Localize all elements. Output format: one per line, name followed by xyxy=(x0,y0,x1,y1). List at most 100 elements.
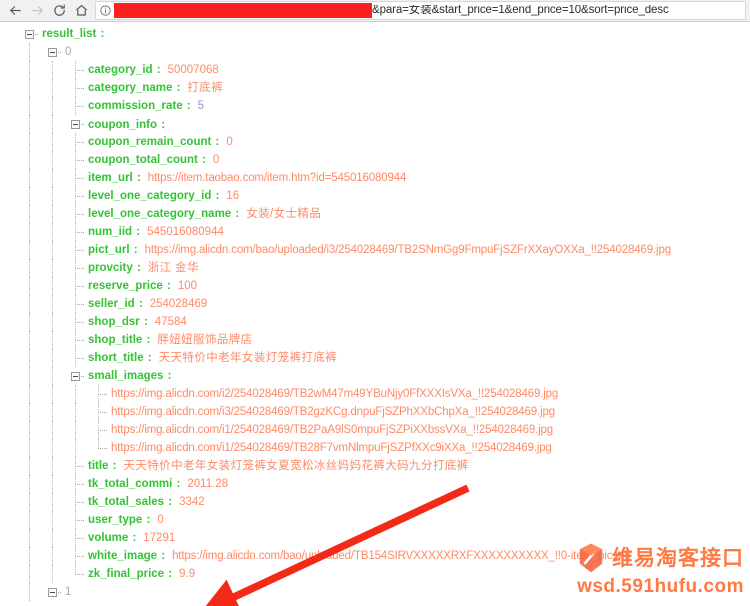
tree-guide-line xyxy=(52,493,53,511)
info-circle-icon[interactable] xyxy=(99,4,112,17)
json-value: 3342 xyxy=(179,496,205,508)
tree-row[interactable]: result_list : xyxy=(0,25,750,43)
tree-array-item[interactable]: https://img.alicdn.com/i3/254028469/TB2g… xyxy=(0,403,750,421)
tree-row[interactable]: small_images : xyxy=(0,367,750,385)
json-key: result_list xyxy=(42,28,97,40)
tree-guide-line xyxy=(75,88,76,97)
json-key: pict_url xyxy=(88,244,130,256)
json-value[interactable]: https://item.taobao.com/item.htm?id=5450… xyxy=(141,172,407,184)
home-button[interactable] xyxy=(70,1,92,21)
tree-row[interactable]: volume :17291 xyxy=(0,529,750,547)
tree-row[interactable]: category_name : 打底裤 xyxy=(0,79,750,97)
key-colon: : xyxy=(164,370,172,382)
tree-node-label: small_images : xyxy=(88,367,171,385)
tree-guide-line xyxy=(29,385,30,403)
tree-row[interactable]: user_type :0 xyxy=(0,511,750,529)
tree-guide-line xyxy=(75,142,76,151)
tree-node-label: https://img.alicdn.com/i2/254028469/TB2w… xyxy=(111,385,558,403)
tree-guide-line xyxy=(75,304,76,313)
json-value[interactable]: https://img.alicdn.com/bao/uploaded/i3/2… xyxy=(138,244,672,256)
tree-row[interactable]: provcity : 浙江 金华 xyxy=(0,259,750,277)
tree-guide-line xyxy=(75,250,76,259)
tree-connector xyxy=(75,538,84,539)
tree-connector xyxy=(75,88,84,89)
tree-row[interactable]: coupon_info : xyxy=(0,115,750,133)
json-key: level_one_category_name xyxy=(88,208,232,220)
array-item-value[interactable]: https://img.alicdn.com/i1/254028469/TB28… xyxy=(111,442,552,454)
tree-guide-line xyxy=(75,97,76,106)
tree-connector xyxy=(75,502,84,503)
tree-array-item[interactable]: https://img.alicdn.com/i1/254028469/TB2P… xyxy=(0,421,750,439)
tree-guide-line xyxy=(52,421,53,439)
tree-guide-line xyxy=(75,421,76,439)
json-value: 0 xyxy=(226,136,233,148)
forward-button[interactable] xyxy=(26,1,48,21)
tree-row[interactable]: tk_total_sales :3342 xyxy=(0,493,750,511)
address-bar[interactable]: &para=女装&start_price=1&end_price=10&sort… xyxy=(95,1,746,20)
tree-guide-line xyxy=(52,133,53,151)
tree-row[interactable]: title : 天天特价中老年女装灯笼裤女夏宽松冰丝妈妈花裤大码九分打底裤 xyxy=(0,457,750,475)
tree-row[interactable]: item_url : https://item.taobao.com/item.h… xyxy=(0,169,750,187)
tree-guide-line xyxy=(98,403,99,412)
tree-row[interactable]: reserve_price :100 xyxy=(0,277,750,295)
tree-collapse-toggle[interactable] xyxy=(48,588,57,597)
tree-connector xyxy=(75,178,84,179)
key-colon: : xyxy=(158,550,166,562)
tree-row[interactable]: level_one_category_id :16 xyxy=(0,187,750,205)
tree-row[interactable]: white_image : https://img.alicdn.com/bao/… xyxy=(0,547,750,565)
reload-button[interactable] xyxy=(48,1,70,21)
tree-row[interactable]: coupon_remain_count :0 xyxy=(0,133,750,151)
tree-row[interactable]: commission_rate :5 xyxy=(0,97,750,115)
array-item-value[interactable]: https://img.alicdn.com/i1/254028469/TB2P… xyxy=(111,424,553,436)
json-key: level_one_category_id xyxy=(88,190,212,202)
tree-guide-line xyxy=(29,223,30,241)
key-colon: : xyxy=(140,316,148,328)
json-value[interactable]: https://img.alicdn.com/bao/uploaded/TB15… xyxy=(165,550,630,562)
tree-guide-line xyxy=(52,259,53,277)
json-value: 女装/女士精品 xyxy=(246,208,322,220)
tree-row[interactable]: num_iid :545016080944 xyxy=(0,223,750,241)
tree-node-label: shop_dsr :47584 xyxy=(88,313,187,331)
array-item-value[interactable]: https://img.alicdn.com/i2/254028469/TB2w… xyxy=(111,388,558,400)
tree-connector xyxy=(98,394,107,395)
tree-collapse-toggle[interactable] xyxy=(71,372,80,381)
tree-connector xyxy=(75,556,84,557)
back-button[interactable] xyxy=(4,1,26,21)
tree-row[interactable]: tk_total_commi :2011.28 xyxy=(0,475,750,493)
key-colon: : xyxy=(165,496,173,508)
tree-guide-line xyxy=(75,538,76,547)
tree-array-item[interactable]: https://img.alicdn.com/i2/254028469/TB2w… xyxy=(0,385,750,403)
tree-guide-line xyxy=(29,367,30,385)
tree-guide-line xyxy=(29,565,30,583)
tree-row[interactable]: seller_id :254028469 xyxy=(0,295,750,313)
tree-guide-line xyxy=(75,349,76,358)
tree-row[interactable]: level_one_category_name : 女装/女士精品 xyxy=(0,205,750,223)
tree-row[interactable]: pict_url : https://img.alicdn.com/bao/upl… xyxy=(0,241,750,259)
tree-guide-line xyxy=(75,79,76,88)
tree-row[interactable]: 1 xyxy=(0,583,750,601)
tree-collapse-toggle[interactable] xyxy=(48,48,57,57)
tree-guide-line xyxy=(98,385,99,394)
tree-guide-line xyxy=(98,421,99,430)
json-tree-viewer[interactable]: result_list :0 category_id :50007068 categ… xyxy=(0,22,750,606)
tree-row[interactable]: shop_title : 胖妞妞服饰品牌店 xyxy=(0,331,750,349)
key-colon: : xyxy=(133,226,141,238)
tree-collapse-toggle[interactable] xyxy=(25,30,34,39)
tree-row[interactable]: category_id :50007068 xyxy=(0,61,750,79)
tree-array-item[interactable]: https://img.alicdn.com/i1/254028469/TB28… xyxy=(0,439,750,457)
tree-row[interactable]: 0 xyxy=(0,43,750,61)
tree-row[interactable]: shop_dsr :47584 xyxy=(0,313,750,331)
json-value: 0 xyxy=(212,154,220,166)
json-key: reserve_price xyxy=(88,280,163,292)
tree-guide-line xyxy=(75,187,76,196)
tree-guide-line xyxy=(75,466,76,475)
tree-row[interactable]: zk_final_price :9.9 xyxy=(0,565,750,583)
tree-row[interactable]: short_title : 天天特价中老年女装灯笼裤打底裤 xyxy=(0,349,750,367)
json-value: 天天特价中老年女装灯笼裤打底裤 xyxy=(158,352,338,364)
tree-connector xyxy=(75,268,84,269)
tree-connector xyxy=(98,448,107,449)
array-item-value[interactable]: https://img.alicdn.com/i3/254028469/TB2g… xyxy=(111,406,555,418)
tree-row[interactable]: coupon_total_count :0 xyxy=(0,151,750,169)
tree-collapse-toggle[interactable] xyxy=(71,120,80,129)
tree-node-label: short_title : 天天特价中老年女装灯笼裤打底裤 xyxy=(88,349,337,367)
